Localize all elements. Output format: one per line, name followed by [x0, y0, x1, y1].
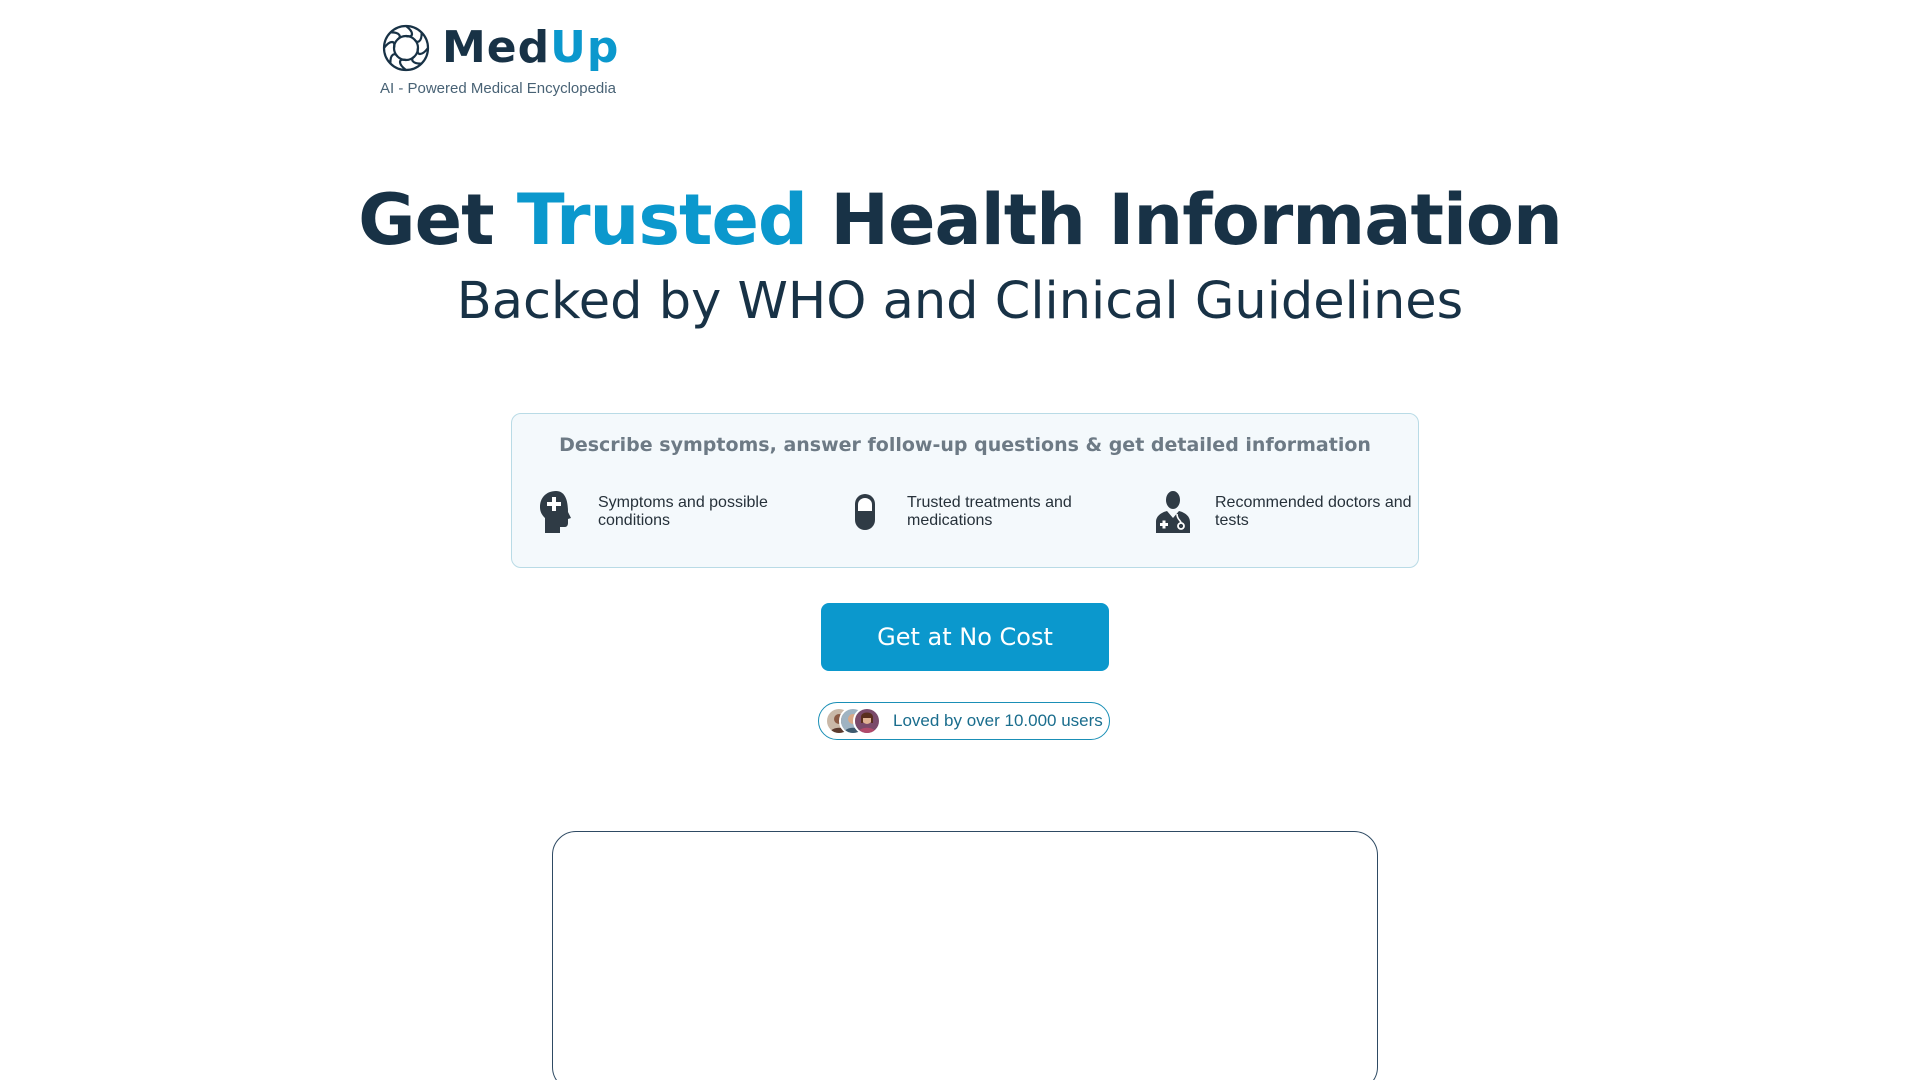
get-at-no-cost-button[interactable]: Get at No Cost	[821, 603, 1109, 671]
feature-card: Describe symptoms, answer follow-up ques…	[511, 413, 1419, 568]
hero-title-part2: Health Information	[807, 179, 1562, 261]
feature-symptoms: Symptoms and possible conditions	[536, 488, 798, 536]
app-preview-frame	[552, 831, 1378, 1080]
user-avatars	[825, 707, 885, 735]
social-proof-text: Loved by over 10.000 users	[893, 711, 1103, 730]
doctor-icon	[1153, 488, 1193, 536]
brand-name: MedUp	[442, 22, 619, 74]
feature-doctors-label: Recommended doctors and tests	[1215, 494, 1412, 529]
brand-tagline: AI - Powered Medical Encyclopedia	[380, 80, 616, 97]
feature-symptoms-label: Symptoms and possible conditions	[598, 494, 768, 529]
avatar	[853, 707, 881, 735]
hero-title-part1: Get	[358, 179, 517, 261]
hero-subtitle: Backed by WHO and Clinical Guidelines	[456, 272, 1464, 331]
brand-name-part2: Up	[550, 22, 620, 73]
medup-logo-icon	[382, 24, 430, 72]
brand-name-part1: Med	[442, 22, 551, 73]
hero-title: Get Trusted Health Information	[0, 176, 1920, 264]
feature-doctors: Recommended doctors and tests	[1153, 488, 1415, 536]
pill-capsule-icon	[845, 488, 885, 536]
logo-row: MedUp	[380, 22, 619, 74]
page: MedUp AI - Powered Medical Encyclopedia …	[0, 0, 1920, 1080]
head-plus-icon	[536, 488, 576, 536]
hero-title-accent: Trusted	[516, 179, 808, 261]
feature-card-heading: Describe symptoms, answer follow-up ques…	[559, 434, 1371, 456]
feature-treatments-label: Trusted treatments and medications	[907, 494, 1072, 529]
feature-treatments: Trusted treatments and medications	[845, 488, 1107, 536]
social-proof-badge: Loved by over 10.000 users	[818, 702, 1110, 740]
site-logo[interactable]: MedUp AI - Powered Medical Encyclopedia	[380, 22, 619, 97]
